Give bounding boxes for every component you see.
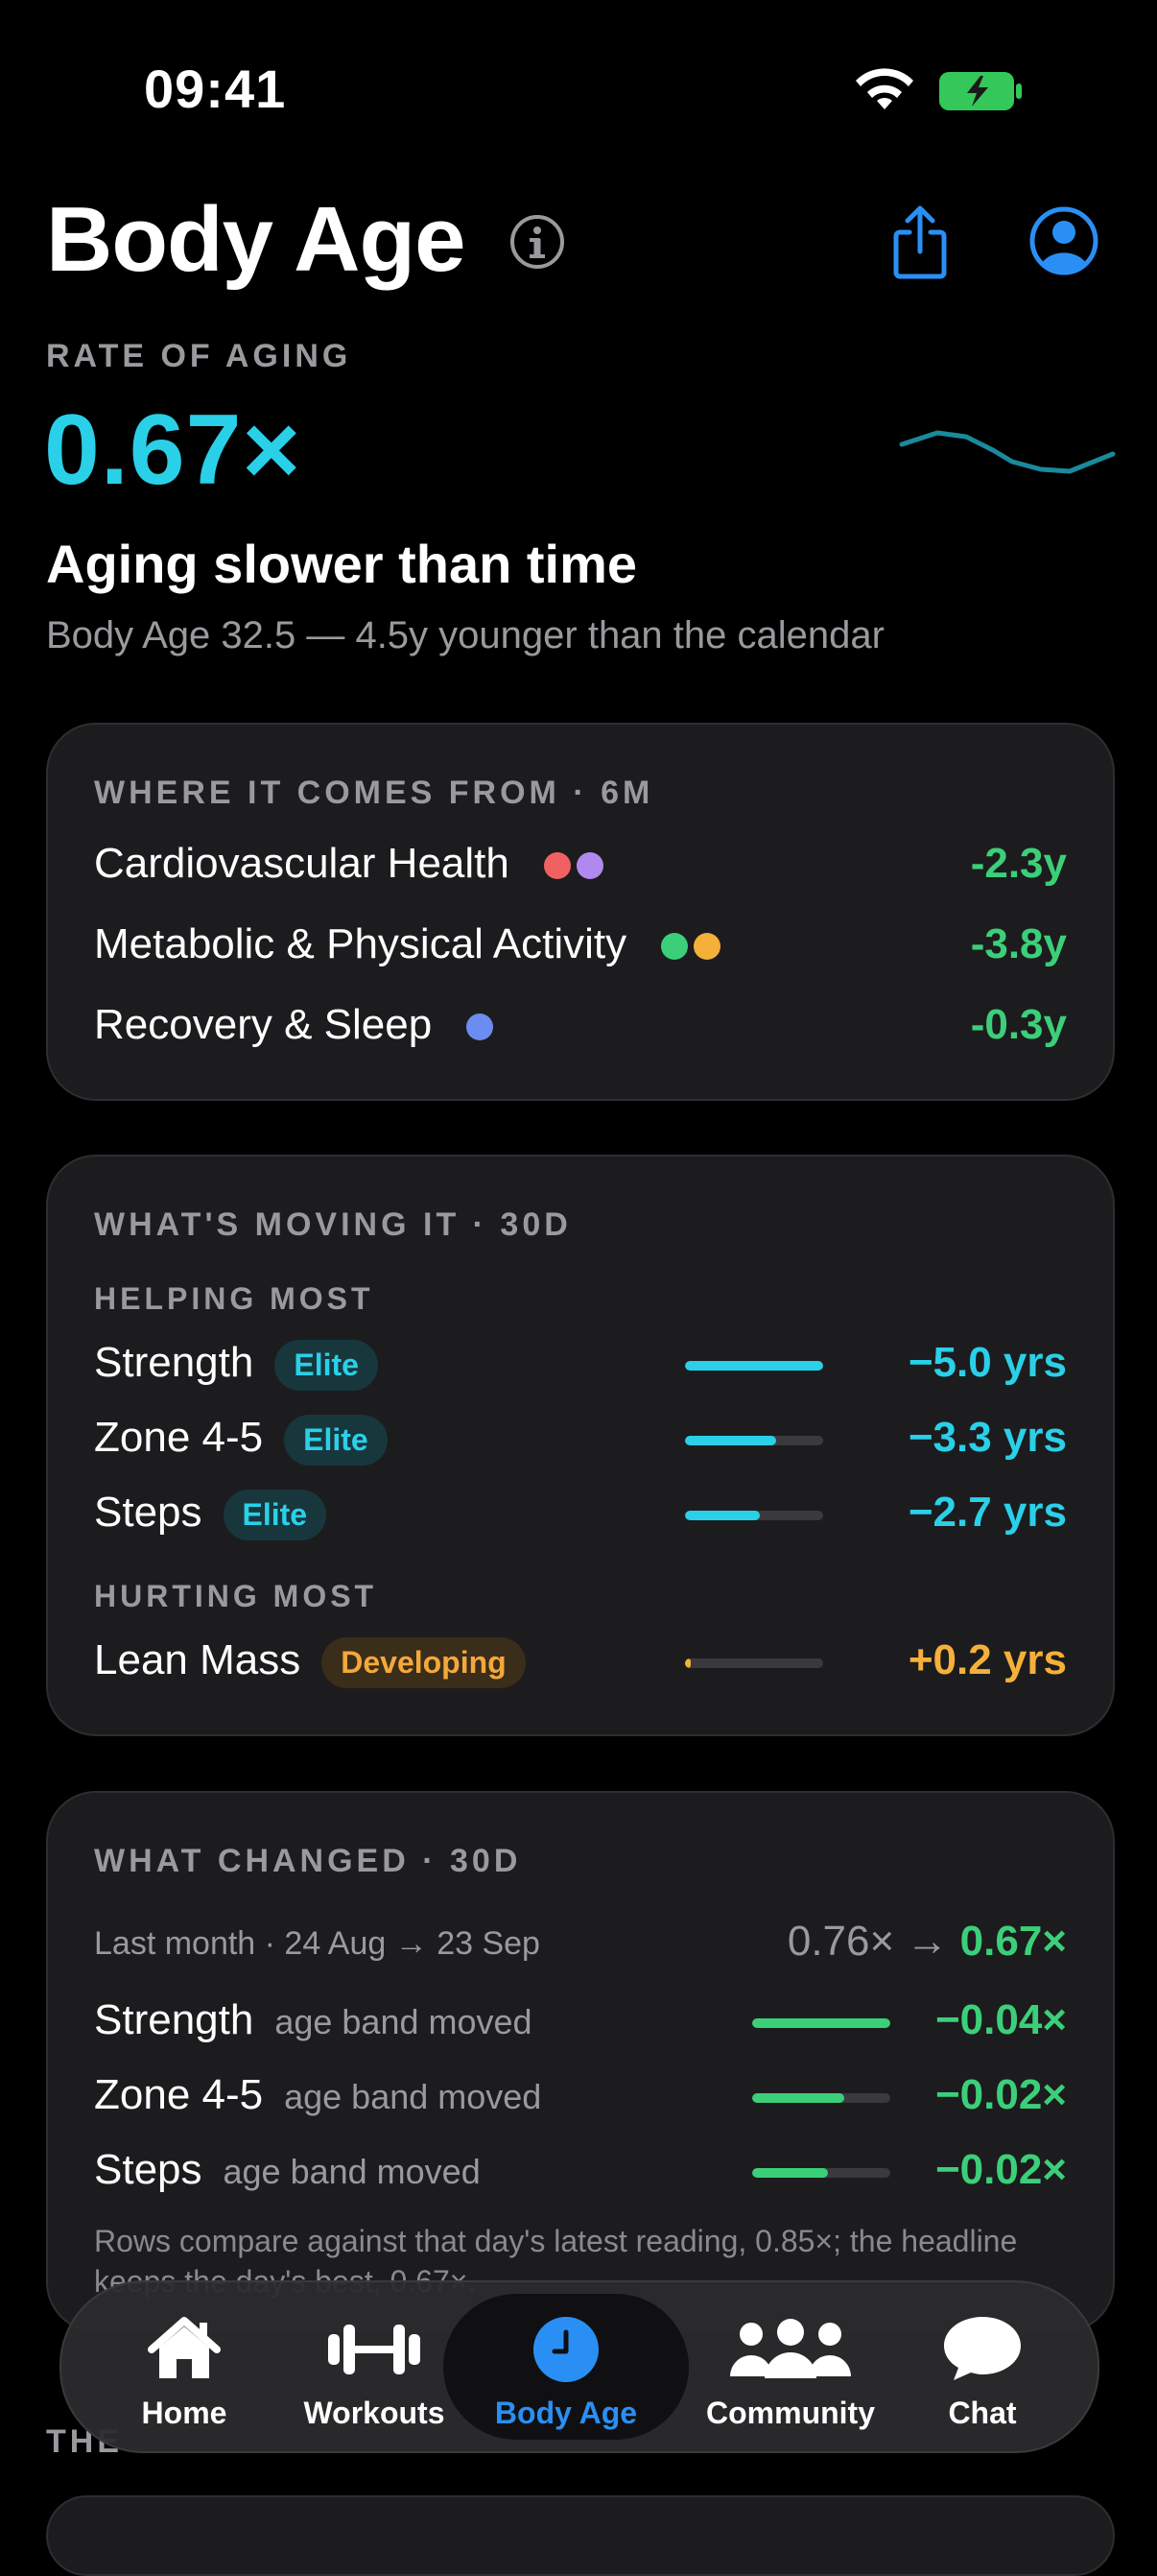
tab-home[interactable]: Home	[100, 2282, 269, 2451]
color-dot	[694, 933, 721, 961]
driver-value: −5.0 yrs	[908, 1339, 1067, 1386]
rate-of-aging-label: RATE OF AGING	[46, 338, 352, 374]
contributor-row[interactable]: Recovery & Sleep	[94, 1001, 494, 1049]
change-row[interactable]: Steps age band moved	[94, 2146, 481, 2194]
aging-headline: Aging slower than time	[46, 534, 638, 594]
change-name: Steps	[94, 2146, 202, 2193]
tab-label: Workouts	[303, 2396, 445, 2430]
impact-bar-fill	[685, 1361, 823, 1371]
info-icon[interactable]	[508, 213, 566, 271]
color-dot	[661, 933, 689, 961]
tab-label: Community	[706, 2396, 875, 2430]
change-bar	[752, 2018, 890, 2028]
change-name: Zone 4-5	[94, 2071, 264, 2118]
card-label: WHAT CHANGED · 30D	[94, 1843, 522, 1879]
period-label: Last month · 24 Aug → 23 Sep	[94, 1925, 540, 1962]
contributor-row[interactable]: Metabolic & Physical Activity	[94, 920, 721, 968]
tab-body-age[interactable]: Body Age	[443, 2294, 689, 2440]
body-age-description: Body Age 32.5 — 4.5y younger than the ca…	[46, 614, 885, 656]
tab-chat[interactable]: Chat	[906, 2282, 1059, 2451]
change-row[interactable]: Zone 4-5 age band moved	[94, 2071, 541, 2119]
change-bar	[752, 2168, 890, 2178]
tab-workouts[interactable]: Workouts	[284, 2282, 464, 2451]
change-bar-fill	[752, 2093, 845, 2103]
driver-name: Zone 4-5	[94, 1414, 264, 1461]
impact-bar	[685, 1658, 823, 1668]
change-bar	[752, 2093, 890, 2103]
rate-of-aging-value: 0.67×	[44, 394, 302, 506]
driver-name: Strength	[94, 1339, 254, 1386]
change-value: −0.02×	[934, 2071, 1067, 2118]
dumbbell-icon	[328, 2325, 420, 2374]
home-icon	[148, 2317, 221, 2378]
level-badge: Developing	[321, 1636, 526, 1688]
clock-icon	[533, 2317, 599, 2382]
change-desc: age band moved	[284, 2077, 542, 2116]
change-bar-fill	[752, 2168, 829, 2178]
comes-from-card: WHERE IT COMES FROM · 6M Cardiovascular …	[46, 723, 1115, 1101]
chat-bubble-icon	[944, 2317, 1021, 2380]
driver-row[interactable]: Steps Elite	[94, 1489, 327, 1540]
change-desc: age band moved	[223, 2152, 481, 2191]
driver-value: −2.7 yrs	[908, 1489, 1067, 1536]
status-time: 09:41	[144, 59, 287, 119]
profile-icon[interactable]	[1028, 205, 1099, 276]
change-desc: age band moved	[274, 2002, 532, 2041]
card-label: WHAT'S MOVING IT · 30D	[94, 1206, 572, 1243]
card-label: WHERE IT COMES FROM · 6M	[94, 775, 654, 811]
contributor-value: -0.3y	[970, 1001, 1067, 1048]
impact-bar	[685, 1436, 823, 1445]
change-value: −0.02×	[934, 2146, 1067, 2193]
tab-bar: Home Workouts Body Age Community Chat	[59, 2280, 1099, 2453]
tab-label: Body Age	[494, 2396, 638, 2430]
change-bar-fill	[752, 2018, 890, 2028]
driver-row[interactable]: Lean Mass Developing	[94, 1636, 526, 1688]
contributor-name: Metabolic & Physical Activity	[94, 920, 627, 967]
rate-to: 0.67×	[959, 1918, 1067, 1965]
impact-bar-fill	[685, 1511, 760, 1520]
change-row[interactable]: Strength age band moved	[94, 1996, 532, 2044]
driver-name: Lean Mass	[94, 1636, 301, 1683]
wifi-icon	[856, 68, 913, 109]
level-badge: Elite	[223, 1489, 327, 1540]
contributor-name: Cardiovascular Health	[94, 840, 509, 887]
driver-name: Steps	[94, 1489, 202, 1536]
level-badge: Elite	[284, 1414, 388, 1466]
driver-row[interactable]: Strength Elite	[94, 1339, 378, 1391]
impact-bar	[685, 1511, 823, 1520]
tab-community[interactable]: Community	[685, 2282, 896, 2451]
impact-bar-fill	[685, 1658, 691, 1668]
change-value: −0.04×	[934, 1996, 1067, 2043]
driver-row[interactable]: Zone 4-5 Elite	[94, 1414, 388, 1466]
level-badge: Elite	[274, 1339, 378, 1391]
color-dot	[544, 852, 572, 880]
rate-change: 0.76× → 0.67×	[788, 1918, 1067, 1966]
contributor-value: -2.3y	[970, 840, 1067, 887]
driver-value: −3.3 yrs	[908, 1414, 1067, 1461]
moving-card: WHAT'S MOVING IT · 30D HELPING MOST Stre…	[46, 1155, 1115, 1736]
color-dot	[466, 1014, 494, 1041]
driver-value: +0.2 yrs	[908, 1636, 1067, 1683]
helping-label: HELPING MOST	[94, 1281, 374, 1316]
color-dot	[577, 852, 604, 880]
contributor-name: Recovery & Sleep	[94, 1001, 433, 1048]
battery-charging-icon	[939, 72, 1022, 110]
changed-card: WHAT CHANGED · 30D Last month · 24 Aug →…	[46, 1791, 1115, 2332]
page-title: Body Age	[46, 188, 465, 291]
tab-label: Chat	[948, 2396, 1017, 2430]
impact-bar-fill	[685, 1436, 777, 1445]
contributor-value: -3.8y	[970, 920, 1067, 967]
next-section-card	[46, 2495, 1115, 2576]
hurting-label: HURTING MOST	[94, 1579, 378, 1613]
share-icon[interactable]	[890, 203, 950, 280]
contributor-row[interactable]: Cardiovascular Health	[94, 840, 604, 888]
rate-trend-sparkline	[899, 430, 1116, 474]
tab-label: Home	[141, 2396, 227, 2430]
people-icon	[730, 2319, 851, 2378]
rate-from: 0.76× →	[787, 1918, 949, 1965]
change-name: Strength	[94, 1996, 254, 2043]
impact-bar	[685, 1361, 823, 1371]
